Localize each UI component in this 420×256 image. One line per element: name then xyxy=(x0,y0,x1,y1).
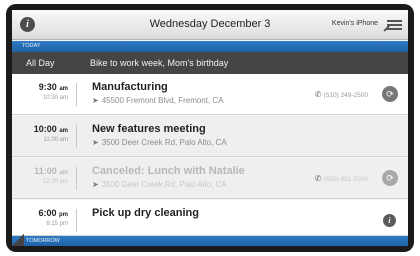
all-day-row[interactable]: All Day Bike to work week, Mom's birthda… xyxy=(12,52,408,74)
event-end-time: 11:00 am xyxy=(43,137,68,143)
section-header-tomorrow: TOMORROW xyxy=(12,236,408,246)
event-start-time: 11:00 am xyxy=(34,166,68,176)
all-day-label: All Day xyxy=(26,58,55,68)
event-start-time: 6:00 pm xyxy=(38,208,68,218)
event-location[interactable]: ➤ 3500 Deer Creek Rd, Palo Alto, CA xyxy=(92,180,227,189)
event-title: Pick up dry cleaning xyxy=(92,207,199,219)
event-end-time: 12:30 pm xyxy=(42,179,68,185)
event-row-manufacturing[interactable]: 9:30 am 10:30 am Manufacturing ➤ 45500 Fr… xyxy=(12,74,408,115)
calendar-screen: i Wednesday December 3 Kevin's iPhone TO… xyxy=(12,10,408,246)
device-name[interactable]: Kevin's iPhone xyxy=(332,20,378,27)
event-end-time: 10:30 am xyxy=(42,95,68,101)
divider xyxy=(76,167,77,190)
event-phone[interactable]: ✆ (510) 249-2500 xyxy=(315,90,368,99)
event-title: New features meeting xyxy=(92,123,206,135)
event-title: Manufacturing xyxy=(92,81,168,93)
device-frame: i Wednesday December 3 Kevin's iPhone TO… xyxy=(6,4,414,252)
divider xyxy=(76,209,77,232)
all-day-events: Bike to work week, Mom's birthday xyxy=(90,58,229,68)
location-arrow-icon: ➤ xyxy=(92,96,99,105)
event-phone[interactable]: ✆ (650) 681-5000 xyxy=(315,174,368,183)
list-menu-icon[interactable] xyxy=(383,19,402,31)
event-title: Canceled: Lunch with Natalie xyxy=(92,165,245,177)
event-location[interactable]: ➤ 45500 Fremont Blvd, Fremont, CA xyxy=(92,96,224,105)
divider xyxy=(76,125,77,148)
event-row-canceled-lunch[interactable]: 11:00 am 12:30 pm Canceled: Lunch with N… xyxy=(12,158,408,199)
location-arrow-icon: ➤ xyxy=(92,138,99,147)
event-start-time: 10:00 am xyxy=(33,124,68,134)
divider xyxy=(76,83,77,106)
event-row-new-features[interactable]: 10:00 am 11:00 am New features meeting ➤… xyxy=(12,116,408,157)
resize-grip-icon[interactable] xyxy=(12,234,24,246)
info-icon[interactable]: i xyxy=(383,214,396,227)
location-arrow-icon: ➤ xyxy=(92,180,99,189)
swap-icon[interactable]: ⟳ xyxy=(382,86,398,102)
event-start-time: 9:30 am xyxy=(38,82,68,92)
event-end-time: 6:15 pm xyxy=(46,221,68,227)
phone-icon: ✆ xyxy=(314,174,322,183)
phone-icon: ✆ xyxy=(314,90,322,99)
swap-icon[interactable]: ⟳ xyxy=(382,170,398,186)
section-header-today: TODAY xyxy=(12,41,408,52)
top-bar: i Wednesday December 3 Kevin's iPhone xyxy=(12,10,408,40)
event-row-dry-cleaning[interactable]: 6:00 pm 6:15 pm Pick up dry cleaning i xyxy=(12,200,408,236)
event-location[interactable]: ➤ 3500 Deer Creek Rd, Palo Alto, CA xyxy=(92,138,227,147)
